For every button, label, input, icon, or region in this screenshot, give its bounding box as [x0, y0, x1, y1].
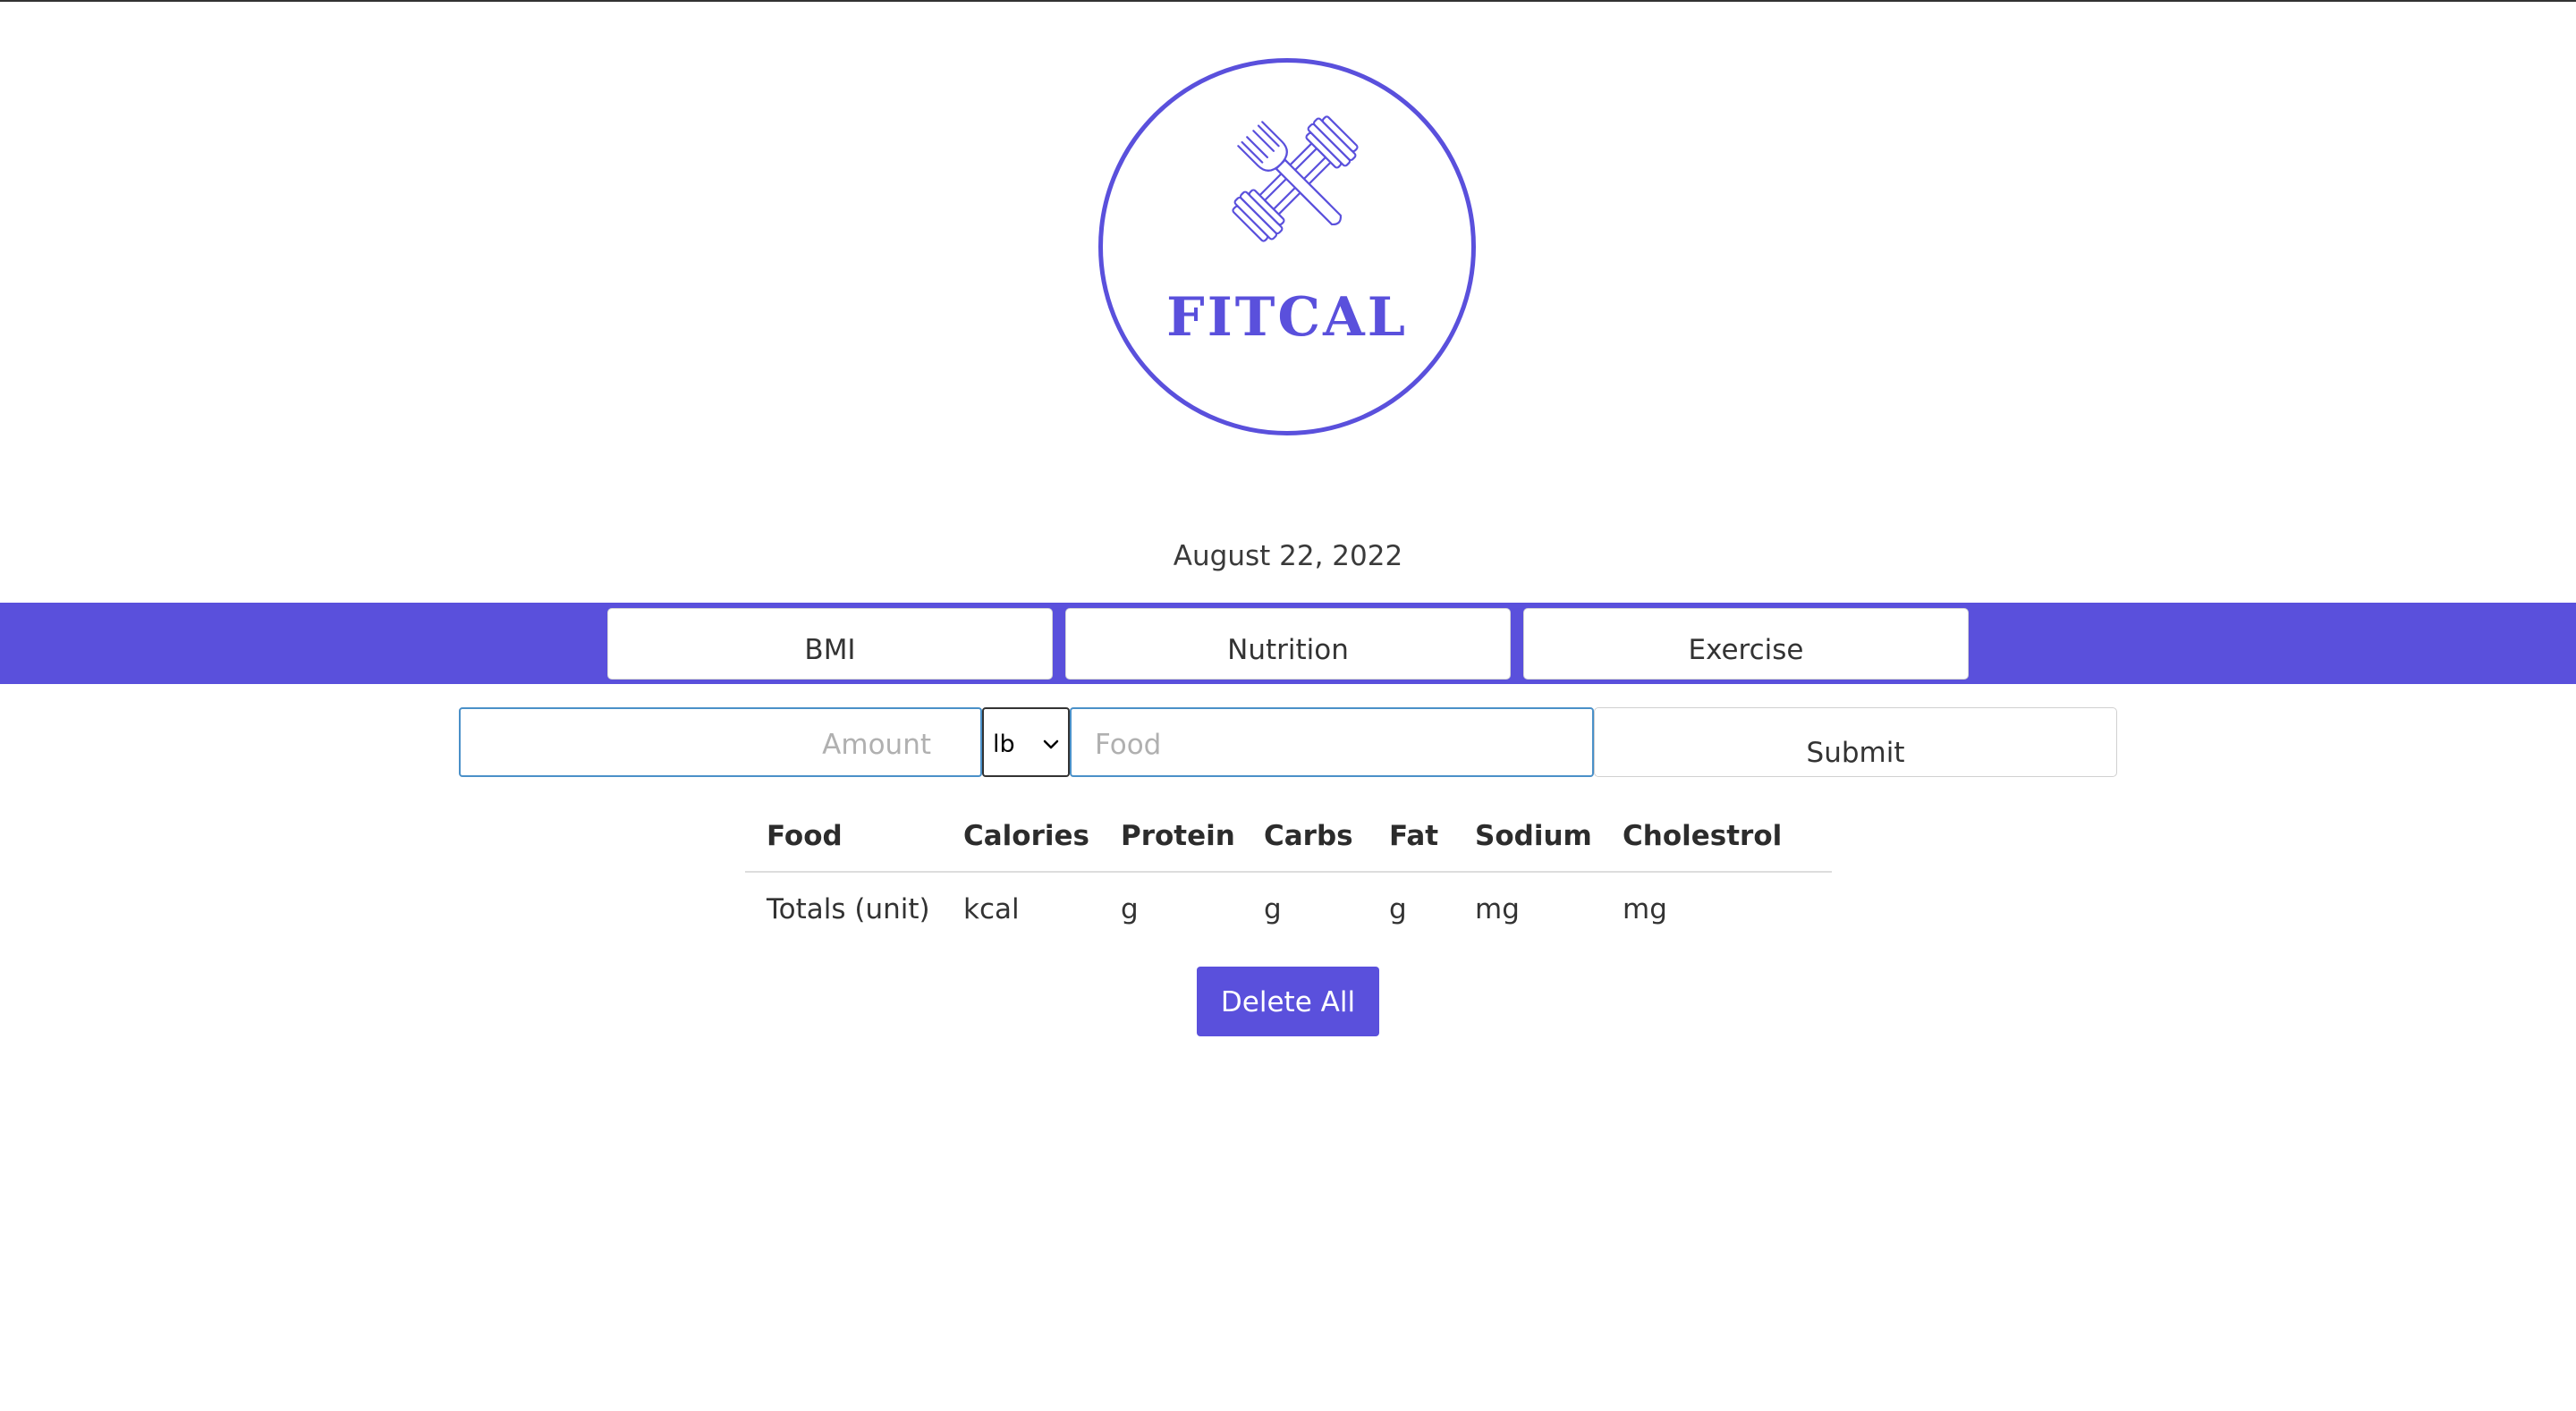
- totals-sodium-unit: mg: [1475, 893, 1520, 925]
- delete-all-button[interactable]: Delete All: [1197, 967, 1379, 1036]
- totals-protein-unit: g: [1121, 893, 1139, 925]
- fork-dumbbell-icon: [1232, 115, 1359, 242]
- totals-carbs-unit: g: [1264, 893, 1282, 925]
- header-cholestrol: Cholestrol: [1623, 820, 1783, 852]
- food-input[interactable]: Food: [1070, 707, 1594, 777]
- header-calories: Calories: [963, 820, 1089, 852]
- totals-fat-unit: g: [1389, 893, 1407, 925]
- nav-bar: BMI Nutrition Exercise: [0, 603, 2576, 684]
- tab-bmi[interactable]: BMI: [607, 608, 1053, 680]
- header-carbs: Carbs: [1264, 820, 1353, 852]
- header-food: Food: [767, 820, 843, 852]
- tab-exercise[interactable]: Exercise: [1523, 608, 1969, 680]
- totals-label: Totals (unit): [767, 893, 930, 925]
- totals-calories-unit: kcal: [963, 893, 1020, 925]
- totals-cholestrol-unit: mg: [1623, 893, 1667, 925]
- amount-input[interactable]: Amount: [459, 707, 982, 777]
- fitcal-logo: FITCAL: [1098, 58, 1476, 435]
- tab-nutrition[interactable]: Nutrition: [1065, 608, 1511, 680]
- header-protein: Protein: [1121, 820, 1235, 852]
- submit-button[interactable]: Submit: [1594, 707, 2117, 777]
- current-date: August 22, 2022: [1173, 540, 1403, 572]
- header-fat: Fat: [1389, 820, 1439, 852]
- table-divider: [745, 871, 1832, 873]
- unit-select[interactable]: lb: [982, 707, 1070, 777]
- chevron-down-icon: [1043, 739, 1059, 749]
- unit-select-value: lb: [993, 731, 1015, 758]
- top-border: [0, 0, 2576, 2]
- header-sodium: Sodium: [1475, 820, 1592, 852]
- logo-text: FITCAL: [1166, 286, 1408, 349]
